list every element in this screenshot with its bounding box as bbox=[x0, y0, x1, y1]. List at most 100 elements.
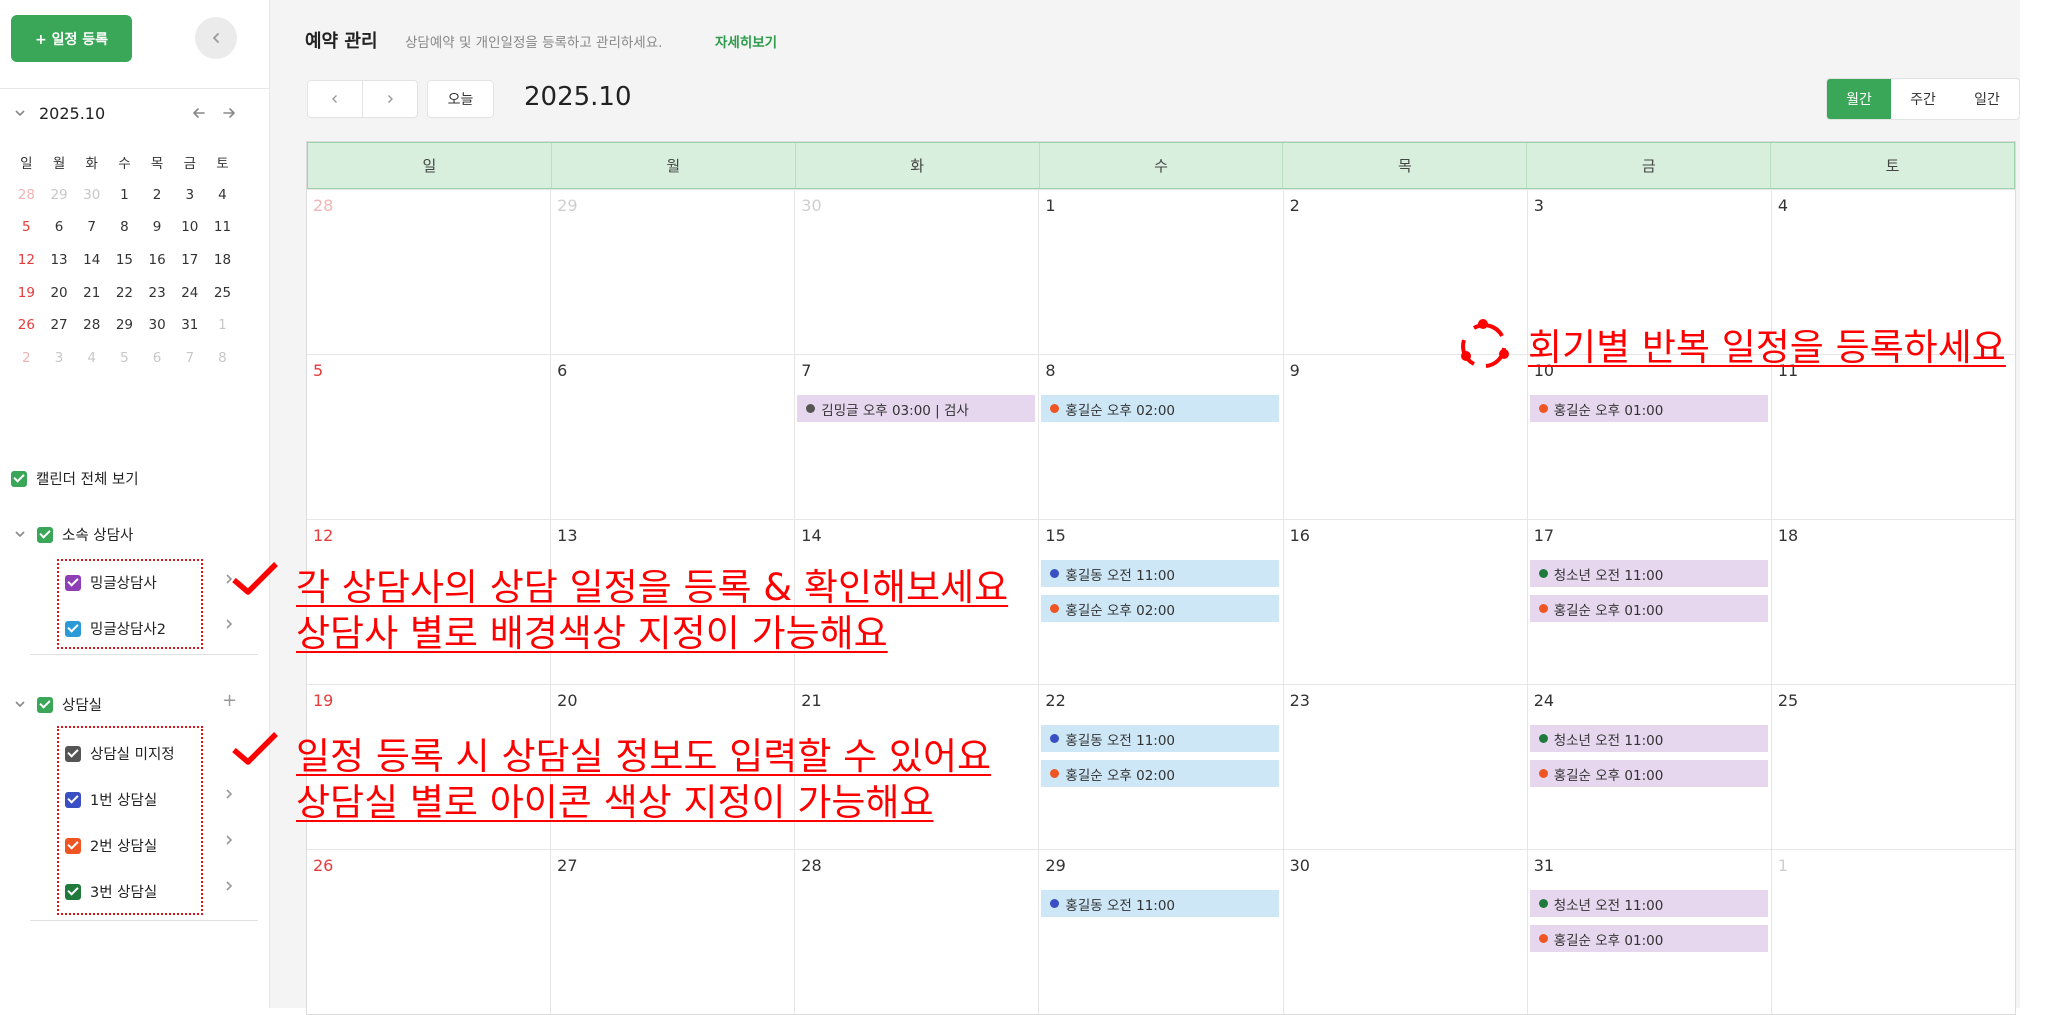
mini-day-cell[interactable]: 24 bbox=[173, 285, 206, 301]
chevron-right-icon[interactable] bbox=[222, 617, 236, 631]
mini-day-cell[interactable]: 14 bbox=[75, 252, 108, 268]
mini-day-cell[interactable]: 17 bbox=[173, 252, 206, 268]
mini-day-cell[interactable]: 8 bbox=[206, 350, 239, 366]
chevron-right-icon[interactable] bbox=[222, 787, 236, 801]
day-cell[interactable]: 27 bbox=[551, 850, 796, 1014]
day-cell[interactable]: 23 bbox=[1284, 685, 1528, 849]
calendar-event[interactable]: 홍길순 오후 02:00 bbox=[1041, 760, 1280, 787]
mini-day-cell[interactable]: 8 bbox=[108, 219, 141, 235]
calendar-event[interactable]: 홍길동 오전 11:00 bbox=[1041, 890, 1280, 917]
mini-day-cell[interactable]: 7 bbox=[173, 350, 206, 366]
prev-month-button[interactable] bbox=[307, 80, 363, 118]
chevron-down-icon[interactable] bbox=[13, 106, 27, 120]
calendar-event[interactable]: 청소년 오전 11:00 bbox=[1529, 890, 1768, 917]
next-month-button[interactable] bbox=[362, 80, 418, 118]
day-cell[interactable]: 28 bbox=[307, 190, 552, 354]
tab-month[interactable]: 월간 bbox=[1827, 79, 1891, 119]
mini-day-cell[interactable]: 29 bbox=[108, 317, 141, 333]
mini-day-cell[interactable]: 21 bbox=[75, 285, 108, 301]
mini-day-cell[interactable]: 27 bbox=[43, 317, 76, 333]
mini-day-cell[interactable]: 22 bbox=[108, 285, 141, 301]
day-cell[interactable]: 8 홍길순 오후 02:00 bbox=[1039, 355, 1284, 519]
chevron-down-icon[interactable] bbox=[13, 527, 27, 541]
mini-day-cell[interactable]: 13 bbox=[43, 252, 76, 268]
new-schedule-button[interactable]: + 일정 등록 bbox=[11, 15, 132, 62]
calendar-event[interactable]: 홍길동 오전 11:00 bbox=[1041, 725, 1280, 752]
tab-day[interactable]: 일간 bbox=[1955, 79, 2019, 119]
counselor-group-toggle[interactable]: 소속 상담사 bbox=[37, 524, 133, 545]
mini-day-cell[interactable]: 10 bbox=[173, 219, 206, 235]
mini-day-cell[interactable]: 5 bbox=[108, 350, 141, 366]
day-cell[interactable]: 9 bbox=[1284, 355, 1528, 519]
mini-day-cell[interactable]: 26 bbox=[10, 317, 43, 333]
day-cell[interactable]: 16 bbox=[1284, 520, 1528, 684]
mini-day-cell[interactable]: 23 bbox=[141, 285, 174, 301]
day-cell[interactable]: 18 bbox=[1772, 520, 2015, 684]
day-cell[interactable]: 25 bbox=[1772, 685, 2015, 849]
mini-day-cell[interactable]: 30 bbox=[141, 317, 174, 333]
tab-week[interactable]: 주간 bbox=[1891, 79, 1955, 119]
mini-day-cell[interactable]: 29 bbox=[43, 187, 76, 203]
mini-day-cell[interactable]: 2 bbox=[141, 187, 174, 203]
collapse-sidebar-button[interactable] bbox=[195, 17, 237, 59]
chevron-right-icon[interactable] bbox=[222, 833, 236, 847]
mini-day-cell[interactable]: 28 bbox=[10, 187, 43, 203]
day-cell[interactable]: 30 bbox=[1284, 850, 1528, 1014]
checkbox[interactable] bbox=[37, 526, 53, 543]
day-cell[interactable]: 31 청소년 오전 11:00 홍길순 오후 01:00 bbox=[1528, 850, 1772, 1014]
day-cell[interactable]: 29 홍길동 오전 11:00 bbox=[1039, 850, 1284, 1014]
day-cell[interactable]: 24 청소년 오전 11:00 홍길순 오후 01:00 bbox=[1528, 685, 1772, 849]
room-group-toggle[interactable]: 상담실 bbox=[37, 694, 102, 715]
mini-day-cell[interactable]: 7 bbox=[75, 219, 108, 235]
day-cell[interactable]: 22 홍길동 오전 11:00 홍길순 오후 02:00 bbox=[1039, 685, 1284, 849]
mini-day-cell[interactable]: 30 bbox=[75, 187, 108, 203]
show-all-calendars-toggle[interactable]: 캘린더 전체 보기 bbox=[11, 468, 139, 489]
calendar-event[interactable]: 김밍글 오후 03:00 | 검사 bbox=[797, 395, 1036, 422]
mini-day-cell[interactable]: 15 bbox=[108, 252, 141, 268]
calendar-event[interactable]: 홍길순 오후 01:00 bbox=[1529, 395, 1768, 422]
mini-day-cell[interactable]: 6 bbox=[141, 350, 174, 366]
mini-day-cell[interactable]: 4 bbox=[75, 350, 108, 366]
mini-day-cell[interactable]: 11 bbox=[206, 219, 239, 235]
mini-day-cell[interactable]: 18 bbox=[206, 252, 239, 268]
calendar-event[interactable]: 홍길순 오후 02:00 bbox=[1041, 595, 1280, 622]
mini-day-cell[interactable]: 4 bbox=[206, 187, 239, 203]
calendar-event[interactable]: 홍길동 오전 11:00 bbox=[1041, 560, 1280, 587]
calendar-event[interactable]: 홍길순 오후 01:00 bbox=[1529, 595, 1768, 622]
mini-day-cell[interactable]: 6 bbox=[43, 219, 76, 235]
mini-day-cell[interactable]: 5 bbox=[10, 219, 43, 235]
mini-day-cell[interactable]: 20 bbox=[43, 285, 76, 301]
calendar-event[interactable]: 청소년 오전 11:00 bbox=[1529, 560, 1768, 587]
day-cell[interactable]: 5 bbox=[307, 355, 552, 519]
mini-day-cell[interactable]: 1 bbox=[108, 187, 141, 203]
calendar-event[interactable]: 홍길순 오후 01:00 bbox=[1529, 925, 1768, 952]
calendar-event[interactable]: 청소년 오전 11:00 bbox=[1529, 725, 1768, 752]
day-cell[interactable]: 7 김밍글 오후 03:00 | 검사 bbox=[795, 355, 1040, 519]
chevron-right-icon[interactable] bbox=[222, 879, 236, 893]
day-cell[interactable]: 26 bbox=[307, 850, 552, 1014]
day-cell[interactable]: 1 bbox=[1039, 190, 1284, 354]
checkbox[interactable] bbox=[11, 470, 27, 487]
mini-day-cell[interactable]: 28 bbox=[75, 317, 108, 333]
more-link[interactable]: 자세히보기 bbox=[715, 31, 777, 51]
day-cell[interactable]: 1 bbox=[1772, 850, 2015, 1014]
day-cell[interactable]: 10 홍길순 오후 01:00 bbox=[1528, 355, 1772, 519]
mini-day-cell[interactable]: 2 bbox=[10, 350, 43, 366]
mini-day-cell[interactable]: 3 bbox=[43, 350, 76, 366]
mini-day-cell[interactable]: 1 bbox=[206, 317, 239, 333]
mini-day-cell[interactable]: 12 bbox=[10, 252, 43, 268]
day-cell[interactable]: 15 홍길동 오전 11:00 홍길순 오후 02:00 bbox=[1039, 520, 1284, 684]
mini-day-cell[interactable]: 9 bbox=[141, 219, 174, 235]
calendar-event[interactable]: 홍길순 오후 02:00 bbox=[1041, 395, 1280, 422]
day-cell[interactable]: 17 청소년 오전 11:00 홍길순 오후 01:00 bbox=[1528, 520, 1772, 684]
day-cell[interactable]: 6 bbox=[551, 355, 796, 519]
checkbox[interactable] bbox=[37, 696, 53, 713]
today-button[interactable]: 오늘 bbox=[427, 80, 494, 118]
day-cell[interactable]: 29 bbox=[551, 190, 796, 354]
add-room-icon[interactable]: + bbox=[222, 690, 237, 711]
day-cell[interactable]: 30 bbox=[795, 190, 1040, 354]
mini-day-cell[interactable]: 19 bbox=[10, 285, 43, 301]
mini-day-cell[interactable]: 16 bbox=[141, 252, 174, 268]
calendar-event[interactable]: 홍길순 오후 01:00 bbox=[1529, 760, 1768, 787]
mini-day-cell[interactable]: 31 bbox=[173, 317, 206, 333]
